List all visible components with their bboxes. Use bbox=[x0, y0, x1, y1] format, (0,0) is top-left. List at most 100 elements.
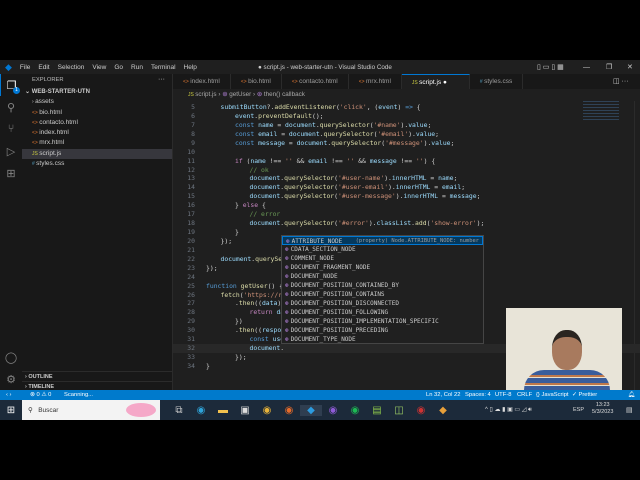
menu-selection[interactable]: Selection bbox=[58, 64, 85, 71]
encoding[interactable]: UTF-8 bbox=[495, 390, 511, 400]
line-number: 22 bbox=[187, 254, 195, 263]
close-button[interactable]: ✕ bbox=[627, 63, 633, 71]
indentation[interactable]: Spaces: 4 bbox=[465, 390, 491, 400]
file-tree-item[interactable]: › assets bbox=[22, 97, 172, 107]
code-line[interactable]: 11 if (name !== '' && email !== '' && mes… bbox=[173, 157, 640, 166]
file-explorer-icon[interactable]: ▬ bbox=[212, 405, 234, 416]
extensions-icon[interactable]: ⊞ bbox=[0, 162, 22, 184]
chrome-icon[interactable]: ◉ bbox=[256, 405, 278, 416]
code-line[interactable]: 16} else { bbox=[173, 201, 640, 210]
code-line[interactable]: 14 document.querySelector('#user-email').… bbox=[173, 183, 640, 192]
errors-count: ⊗ 0 bbox=[30, 392, 40, 398]
language-mode[interactable]: {} JavaScript bbox=[536, 390, 569, 400]
suggestion-item[interactable]: ⊛ ATTRIBUTE_NODE (property) Node.ATTRIBUTE… bbox=[282, 236, 483, 245]
start-button[interactable]: ⊞ bbox=[0, 405, 22, 416]
suggestion-item[interactable]: ⊛ DOCUMENT_POSITION_DISCONNECTED bbox=[282, 299, 483, 308]
menu-terminal[interactable]: Terminal bbox=[151, 64, 176, 71]
file-tree-item[interactable]: JS script.js bbox=[22, 148, 172, 160]
unsaved-dot-icon[interactable]: ● bbox=[441, 79, 447, 86]
tab-bio-html[interactable]: <> bio.html bbox=[231, 74, 282, 89]
code-line[interactable]: 17 // error bbox=[173, 210, 640, 219]
app-icon[interactable]: ◆ bbox=[432, 405, 454, 416]
code-line[interactable]: 15 document.querySelector('#user-message'… bbox=[173, 192, 640, 201]
minimize-button[interactable]: — bbox=[583, 64, 590, 71]
file-tree-item[interactable]: # styles.css bbox=[22, 159, 172, 169]
suggestion-item[interactable]: ⊛ CDATA_SECTION_NODE bbox=[282, 245, 483, 254]
tab-index-html[interactable]: <> index.html bbox=[173, 74, 231, 89]
app-icon[interactable]: ◫ bbox=[388, 405, 410, 416]
suggestion-item[interactable]: ⊛ COMMENT_NODE bbox=[282, 254, 483, 263]
menu-go[interactable]: Go bbox=[114, 64, 123, 71]
vscode-taskbar-icon[interactable]: ◆ bbox=[300, 404, 322, 416]
tab-label: index.html bbox=[190, 78, 220, 85]
tray-icons[interactable]: ^ ▯ ☁ ▮ ▣ ▭ ◿ 🔊︎ bbox=[485, 406, 532, 414]
breadcrumb-item[interactable]: script.js bbox=[195, 91, 216, 98]
more-actions-icon[interactable]: ··· bbox=[158, 76, 165, 83]
run-debug-icon[interactable]: ▷ bbox=[0, 140, 22, 162]
menu-run[interactable]: Run bbox=[131, 64, 143, 71]
notepad-icon[interactable]: ▤ bbox=[366, 405, 388, 416]
suggestion-item[interactable]: ⊛ DOCUMENT_NODE bbox=[282, 272, 483, 281]
account-icon[interactable]: ◯ bbox=[0, 346, 22, 368]
suggestion-item[interactable]: ⊛ DOCUMENT_POSITION_FOLLOWING bbox=[282, 308, 483, 317]
split-editor-icon[interactable]: ◫ ··· bbox=[613, 77, 629, 85]
code-token: fetch bbox=[220, 290, 240, 299]
suggestion-item[interactable]: ⊛ DOCUMENT_POSITION_CONTAINED_BY bbox=[282, 281, 483, 290]
code-line[interactable]: 7 const name = document.querySelector('#n… bbox=[173, 121, 640, 130]
menu-view[interactable]: View bbox=[92, 64, 106, 71]
layout-controls-icon[interactable]: ▯ ▭ ▯ ▦ bbox=[537, 63, 564, 71]
breadcrumb-item[interactable]: getUser bbox=[229, 91, 251, 98]
suggestion-item[interactable]: ⊛ DOCUMENT_POSITION_IMPLEMENTATION_SPECIF… bbox=[282, 317, 483, 326]
tab-script-js[interactable]: JS script.js ● bbox=[401, 74, 470, 89]
file-tree-item[interactable]: <> index.html bbox=[22, 128, 172, 138]
prettier-status[interactable]: ✓ Prettier bbox=[572, 390, 597, 400]
code-line[interactable]: 12 // ok bbox=[173, 166, 640, 175]
remote-icon[interactable]: ‹ › bbox=[6, 390, 11, 400]
code-line[interactable]: 6 event.preventDefault(); bbox=[173, 112, 640, 121]
app-icon[interactable]: ◉ bbox=[322, 405, 344, 416]
task-view-icon[interactable]: ⧉ bbox=[168, 405, 190, 416]
cursor-position[interactable]: Ln 32, Col 22 bbox=[426, 390, 460, 400]
code-line[interactable]: 10 bbox=[173, 148, 640, 157]
code-text: const use bbox=[250, 335, 285, 344]
notification-center-icon[interactable]: ▤ bbox=[626, 406, 633, 414]
suggestion-item[interactable]: ⊛ DOCUMENT_TYPE_NODE bbox=[282, 335, 483, 344]
taskbar-search[interactable]: ⚲ Buscar bbox=[22, 400, 160, 420]
source-control-icon[interactable]: ⑂ bbox=[0, 118, 22, 140]
firefox-icon[interactable]: ◉ bbox=[278, 405, 300, 416]
code-line[interactable]: 9 const message = document.querySelector(… bbox=[173, 139, 640, 148]
workspace-root[interactable]: ⌄ WEB-STARTER-UTN bbox=[22, 87, 172, 97]
edge-icon[interactable]: ◉ bbox=[190, 405, 212, 416]
code-line[interactable]: 8 const email = document.querySelector('#… bbox=[173, 130, 640, 139]
eol[interactable]: CRLF bbox=[517, 390, 532, 400]
language-indicator[interactable]: ESP bbox=[573, 407, 584, 413]
code-token: { bbox=[412, 103, 421, 111]
problems-status[interactable]: ⊗ 0 ⚠ 0 bbox=[30, 390, 51, 400]
spotify-icon[interactable]: ◉ bbox=[344, 405, 366, 416]
notifications-icon[interactable]: 🔔︎ bbox=[628, 390, 635, 400]
maximize-button[interactable]: ❐ bbox=[606, 63, 612, 71]
tab-contacto-html[interactable]: <> contacto.html bbox=[282, 74, 349, 89]
app-icon[interactable]: ◉ bbox=[410, 405, 432, 416]
code-line[interactable]: 13 document.querySelector('#user-name').i… bbox=[173, 174, 640, 183]
menu-edit[interactable]: Edit bbox=[38, 64, 49, 71]
menu-help[interactable]: Help bbox=[184, 64, 197, 71]
suggestion-item[interactable]: ⊛ DOCUMENT_POSITION_CONTAINS bbox=[282, 290, 483, 299]
code-line[interactable]: 5 submitButton?.addEventListener('click',… bbox=[173, 103, 640, 112]
suggestion-item[interactable]: ⊛ DOCUMENT_POSITION_PRECEDING bbox=[282, 326, 483, 335]
file-tree-item[interactable]: <> mrx.html bbox=[22, 138, 172, 148]
code-line[interactable]: 18 document.querySelector('#error').class… bbox=[173, 219, 640, 228]
outline-section[interactable]: › OUTLINE bbox=[22, 371, 172, 381]
menu-file[interactable]: File bbox=[20, 64, 30, 71]
breadcrumb-item[interactable]: then() callback bbox=[264, 91, 305, 98]
settings-gear-icon[interactable]: ⚙ bbox=[0, 368, 22, 390]
tab-styles-css[interactable]: # styles.css bbox=[470, 74, 524, 89]
store-icon[interactable]: ▣ bbox=[234, 405, 256, 416]
tab-mrx-html[interactable]: <> mrx.html bbox=[349, 74, 402, 89]
explorer-icon[interactable]: ❐ 1 bbox=[0, 74, 22, 96]
search-icon[interactable]: ⚲ bbox=[0, 96, 22, 118]
suggestion-item[interactable]: ⊛ DOCUMENT_FRAGMENT_NODE bbox=[282, 263, 483, 272]
file-tree-item[interactable]: <> contacto.html bbox=[22, 118, 172, 128]
clock[interactable]: 13:23 5/3/2023 bbox=[592, 402, 613, 416]
file-tree-item[interactable]: <> bio.html bbox=[22, 108, 172, 118]
